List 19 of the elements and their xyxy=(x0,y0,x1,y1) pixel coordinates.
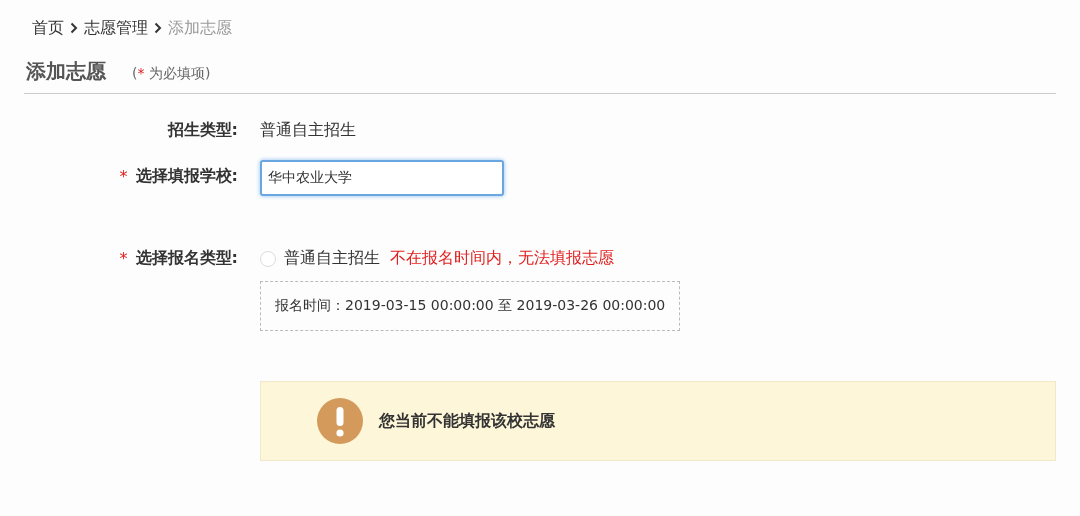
required-note: (* 为必填项) xyxy=(132,65,211,83)
error-message: 不在报名时间内，无法填报志愿 xyxy=(390,248,614,269)
breadcrumb-link[interactable]: 志愿管理 xyxy=(84,17,148,39)
field-label: 招生类型: xyxy=(167,120,238,141)
field-label: 选择填报学校: xyxy=(135,166,238,187)
radio-label[interactable]: 普通自主招生 xyxy=(284,248,380,269)
required-mark: * xyxy=(119,167,128,186)
warning-text: 您当前不能填报该校志愿 xyxy=(379,410,555,432)
period-text: 报名时间：2019-03-15 00:00:00 至 2019-03-26 00:00:00 xyxy=(260,281,681,331)
page-title: 添加志愿 xyxy=(26,58,106,85)
radio-button[interactable] xyxy=(260,250,276,267)
school-input-field[interactable]: 华中农业大学 xyxy=(260,160,504,196)
chevron-right-icon xyxy=(70,22,78,34)
chevron-right-icon xyxy=(154,22,162,34)
breadcrumb-link[interactable]: 首页 xyxy=(32,17,64,39)
exclamation-icon xyxy=(317,398,363,444)
required-mark: * xyxy=(119,249,128,268)
field-value: 普通自主招生 xyxy=(260,120,357,141)
field-label: 选择报名类型: xyxy=(135,248,238,269)
